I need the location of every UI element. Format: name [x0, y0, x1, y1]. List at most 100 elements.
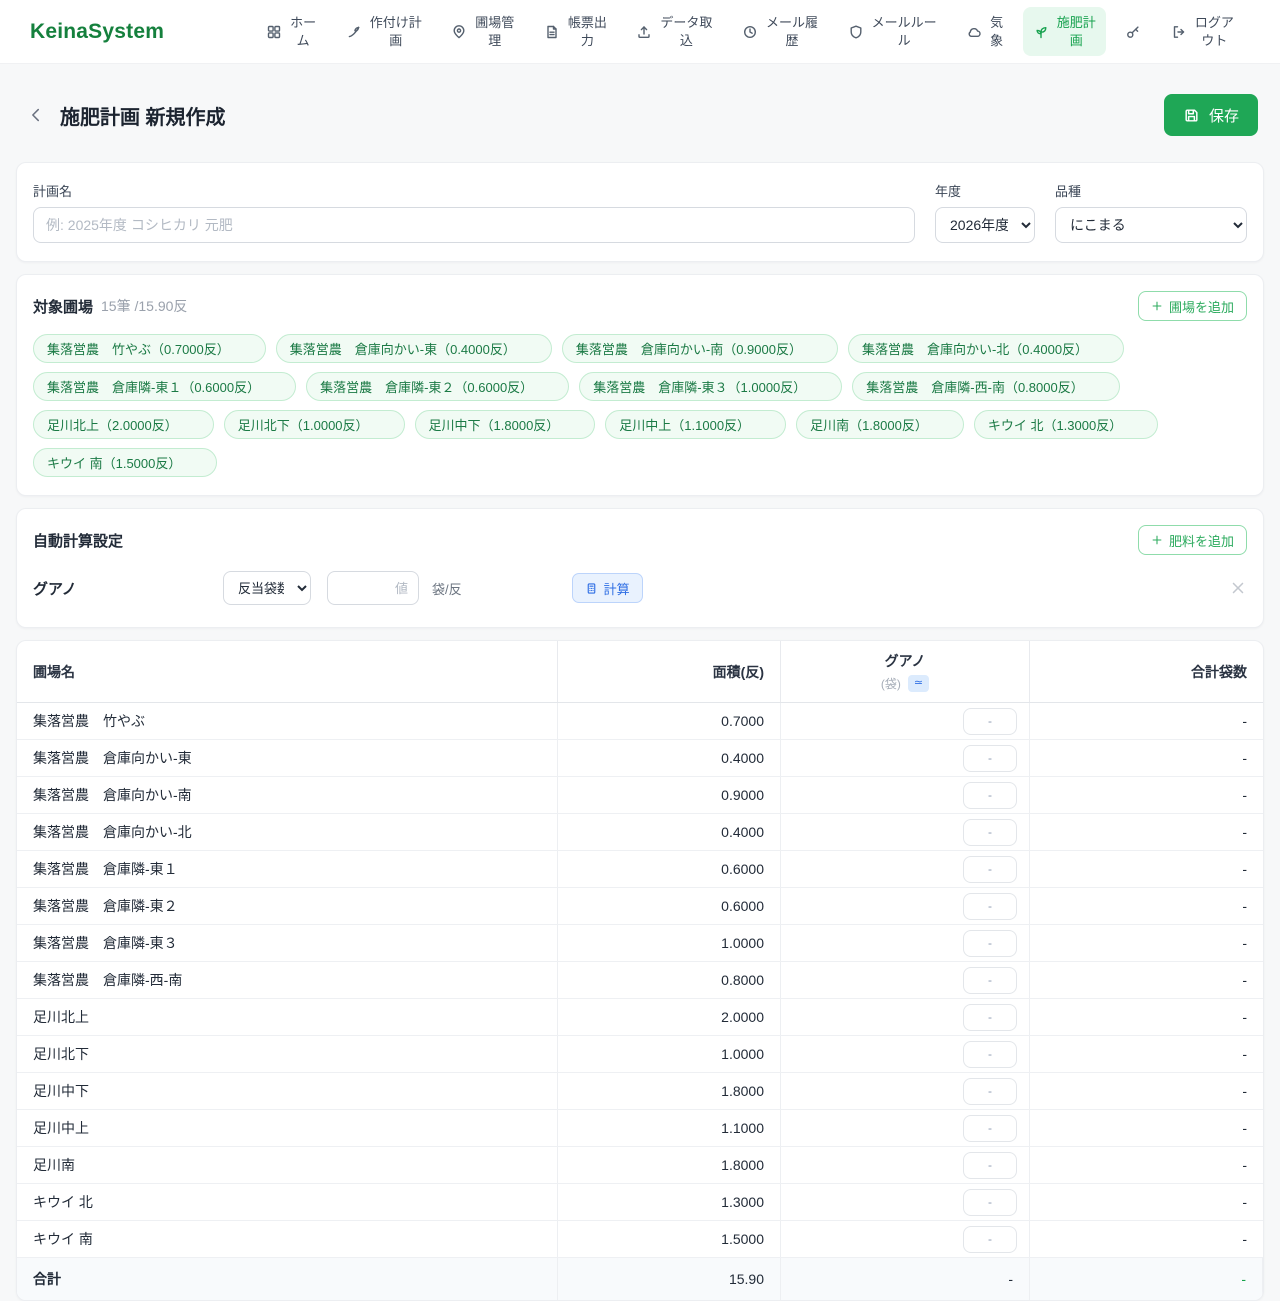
header-guano: グアノ (袋) ≃ — [781, 641, 1030, 702]
field-name-cell: キウイ 北 — [17, 1184, 558, 1220]
area-cell: 0.9000 — [558, 777, 781, 813]
calc-mode-select[interactable]: 反当袋数 — [223, 571, 311, 605]
add-fertilizer-button[interactable]: 肥料を追加 — [1138, 525, 1247, 555]
field-chip: 足川北上（2.0000反） — [33, 410, 214, 439]
variety-select[interactable]: にこまる — [1055, 207, 1247, 243]
nav-item-mail-rule[interactable]: メールルー ル — [838, 7, 947, 56]
nav-item-label: データ取 込 — [660, 14, 712, 49]
total-bags-cell: - — [1030, 777, 1263, 813]
plan-name-input[interactable] — [33, 207, 915, 243]
year-select[interactable]: 2026年度 — [935, 207, 1035, 243]
nav-item-home[interactable]: ホー ム — [256, 7, 326, 56]
guano-bags-input[interactable] — [963, 893, 1017, 920]
guano-bags-input[interactable] — [963, 1041, 1017, 1068]
calculate-button[interactable]: 計算 — [572, 573, 643, 603]
calc-value-input[interactable] — [327, 571, 419, 605]
mail-rule-icon — [848, 24, 864, 40]
close-icon[interactable] — [939, 419, 950, 430]
field-name-cell: 足川北上 — [17, 999, 558, 1035]
logout-icon — [1171, 24, 1187, 40]
close-icon[interactable] — [817, 381, 828, 392]
remove-fertilizer-button[interactable] — [1229, 579, 1247, 597]
guano-bags-input[interactable] — [963, 782, 1017, 809]
guano-bags-input[interactable] — [963, 745, 1017, 772]
close-icon[interactable] — [570, 419, 581, 430]
nav-item-crop-plan[interactable]: 作付け計 画 — [336, 7, 432, 56]
field-chip-label: 足川中下（1.8000反） — [429, 415, 560, 434]
nav-item-field-management[interactable]: 圃場管 理 — [441, 7, 524, 56]
table-row: 足川北上 2.0000 - — [17, 999, 1263, 1036]
close-icon[interactable] — [544, 381, 555, 392]
field-management-icon — [451, 24, 467, 40]
field-chip-label: キウイ 南（1.5000反） — [47, 453, 181, 472]
close-icon[interactable] — [241, 343, 252, 354]
area-cell: 2.0000 — [558, 999, 781, 1035]
table-row: 集落営農 倉庫隣-東３ 1.0000 - — [17, 925, 1263, 962]
nav-item-logout[interactable]: ログア ウト — [1161, 7, 1244, 56]
close-icon[interactable] — [192, 457, 203, 468]
guano-cell — [781, 962, 1030, 998]
guano-bags-input[interactable] — [963, 1189, 1017, 1216]
field-name-cell: キウイ 南 — [17, 1221, 558, 1257]
nav-item-data-import[interactable]: データ取 込 — [626, 7, 722, 56]
field-chip-label: キウイ 北（1.3000反） — [988, 415, 1122, 434]
nav-item-fertilizer-plan[interactable]: 施肥計 画 — [1023, 7, 1106, 56]
close-icon[interactable] — [761, 419, 772, 430]
save-button[interactable]: 保存 — [1164, 94, 1258, 136]
table-row: 集落営農 倉庫隣-東１ 0.6000 - — [17, 851, 1263, 888]
guano-cell — [781, 814, 1030, 850]
close-icon[interactable] — [380, 419, 391, 430]
guano-bags-input[interactable] — [963, 930, 1017, 957]
target-fields-card: 対象圃場 15筆 /15.90反 圃場を追加 集落営農 竹やぶ（0.7000反）… — [16, 274, 1264, 496]
nav-item-report-output[interactable]: 帳票出 力 — [534, 7, 617, 56]
guano-bags-input[interactable] — [963, 1226, 1017, 1253]
main-content: 施肥計画 新規作成 保存 計画名 年度 2026年度 品種 にこまる 対象圃場 … — [0, 94, 1280, 1301]
guano-bags-input[interactable] — [963, 1115, 1017, 1142]
guano-cell — [781, 740, 1030, 776]
page-header: 施肥計画 新規作成 保存 — [22, 94, 1258, 136]
field-chip-label: 足川北上（2.0000反） — [47, 415, 178, 434]
add-field-button[interactable]: 圃場を追加 — [1138, 291, 1247, 321]
guano-bags-input[interactable] — [963, 856, 1017, 883]
field-chip: 集落営農 倉庫隣-東１（0.6000反） — [33, 372, 296, 401]
nav-item-api-key[interactable] — [1115, 17, 1151, 47]
guano-bags-input[interactable] — [963, 967, 1017, 994]
close-icon[interactable] — [189, 419, 200, 430]
close-icon[interactable] — [527, 343, 538, 354]
table-header: 圃場名 面積(反) グアノ (袋) ≃ 合計袋数 — [17, 641, 1263, 703]
close-icon[interactable] — [1099, 343, 1110, 354]
approx-toggle-badge[interactable]: ≃ — [908, 675, 929, 692]
nav-item-label: ホー ム — [290, 14, 316, 49]
field-chip-label: 集落営農 竹やぶ（0.7000反） — [47, 339, 230, 358]
calc-unit-label: 袋/反 — [432, 579, 462, 598]
close-icon[interactable] — [1133, 419, 1144, 430]
field-chip: 集落営農 倉庫向かい-南（0.9000反） — [562, 334, 838, 363]
guano-bags-input[interactable] — [963, 1004, 1017, 1031]
total-bags-cell: - — [1030, 814, 1263, 850]
field-chip-label: 集落営農 倉庫隣-東１（0.6000反） — [47, 377, 260, 396]
nav-item-mail-history[interactable]: メール履 歴 — [732, 7, 828, 56]
total-bags-cell: - — [1030, 962, 1263, 998]
total-bags-cell: - — [1030, 703, 1263, 739]
guano-bags-input[interactable] — [963, 1078, 1017, 1105]
guano-bags-input[interactable] — [963, 708, 1017, 735]
header-guano-unit: (袋) — [881, 675, 901, 692]
field-name-cell: 足川南 — [17, 1147, 558, 1183]
nav-item-weather[interactable]: 気 象 — [956, 7, 1013, 56]
guano-bags-input[interactable] — [963, 1152, 1017, 1179]
close-icon[interactable] — [1095, 381, 1106, 392]
total-bags-cell: - — [1030, 1110, 1263, 1146]
add-field-button-label: 圃場を追加 — [1169, 297, 1234, 316]
close-icon[interactable] — [813, 343, 824, 354]
crop-plan-icon — [346, 24, 362, 40]
guano-bags-input[interactable] — [963, 819, 1017, 846]
table-row: 足川南 1.8000 - — [17, 1147, 1263, 1184]
field-name-cell: 足川中下 — [17, 1073, 558, 1109]
field-chip-label: 集落営農 倉庫向かい-東（0.4000反） — [290, 339, 516, 358]
plan-name-label: 計画名 — [33, 181, 915, 200]
field-chip: キウイ 北（1.3000反） — [974, 410, 1158, 439]
close-icon[interactable] — [271, 381, 282, 392]
field-chip: 集落営農 倉庫向かい-東（0.4000反） — [276, 334, 552, 363]
back-button[interactable] — [22, 101, 50, 129]
brand-logo[interactable]: KeinaSystem — [30, 20, 164, 44]
